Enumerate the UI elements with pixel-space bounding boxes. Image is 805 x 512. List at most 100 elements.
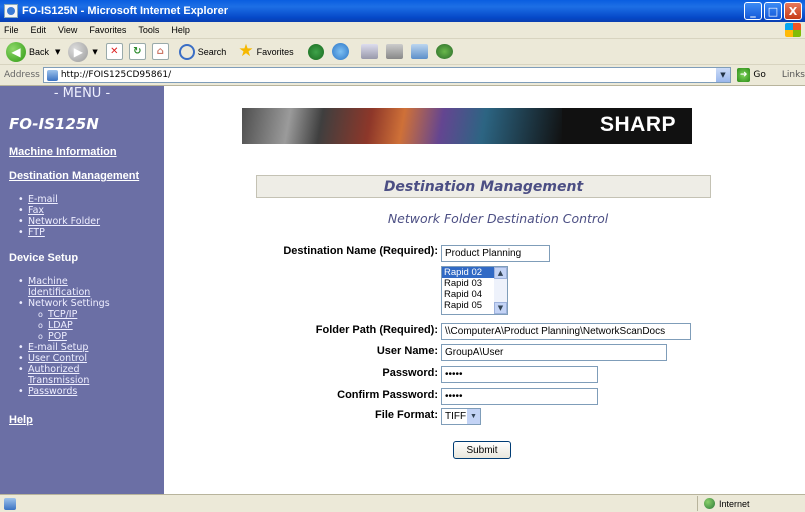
destination-name-input[interactable]: Product Planning	[441, 245, 550, 262]
confirm-password-label: Confirm Password:	[337, 389, 438, 401]
user-name-label: User Name:	[376, 345, 438, 357]
confirm-password-input[interactable]: •••••	[441, 388, 598, 405]
menu-title: - MENU -	[53, 86, 111, 101]
sidebar-help[interactable]: Help	[9, 414, 164, 426]
refresh-button[interactable]: ↻	[128, 43, 146, 60]
menu-bar: File Edit View Favorites Tools Help	[0, 22, 805, 39]
go-button[interactable]: Go	[753, 70, 765, 80]
sidebar-item-pop[interactable]: POP	[38, 331, 164, 342]
minimize-button[interactable]: _	[744, 2, 762, 20]
list-item[interactable]: Rapid 05	[442, 300, 495, 311]
scroll-up-icon[interactable]: ▲	[494, 267, 507, 279]
menu-tools[interactable]: Tools	[138, 25, 159, 35]
user-name-input[interactable]: GroupA\User	[441, 344, 667, 361]
device-setup-list: Machine Identification Network Settings	[18, 276, 164, 309]
sharp-logo: SHARP	[599, 113, 676, 136]
page-icon	[46, 69, 58, 81]
sidebar-item-passwords[interactable]: Passwords	[18, 386, 164, 397]
chevron-down-icon[interactable]: ▼	[467, 409, 480, 424]
stop-button[interactable]: ✕	[105, 43, 123, 60]
file-format-value[interactable]: TIFF	[445, 411, 466, 422]
home-button[interactable]: ⌂	[151, 43, 169, 60]
window-title: FO-IS125N - Microsoft Internet Explorer	[22, 5, 228, 17]
favorites-button[interactable]: Favorites	[257, 47, 294, 57]
status-bar: Internet	[0, 494, 805, 512]
menu-edit[interactable]: Edit	[31, 25, 47, 35]
ie-icon	[4, 4, 18, 18]
sidebar-item-authorized-transmission[interactable]: Authorized Transmission	[18, 364, 118, 386]
destination-list: E-mail Fax Network Folder FTP	[18, 194, 164, 238]
toolbar: ◀ Back ▼ ▶ ▼ ✕ ↻ ⌂ Search ★ Favorites	[0, 39, 805, 65]
edit-icon[interactable]	[410, 44, 428, 59]
scroll-down-icon[interactable]: ▼	[494, 302, 507, 314]
sidebar-destination-management[interactable]: Destination Management	[9, 170, 164, 182]
forward-button[interactable]: ▶	[68, 41, 89, 62]
media-icon[interactable]	[307, 43, 324, 60]
sidebar-item-tcp-ip[interactable]: TCP/IP	[38, 309, 164, 320]
address-bar: Address http://FOIS125CD95861/ ▼ ➜ Go Li…	[0, 65, 805, 86]
links-button[interactable]: Links	[782, 70, 805, 80]
file-format-select[interactable]: TIFF ▼	[441, 408, 481, 425]
favorites-icon[interactable]: ★	[238, 43, 253, 60]
messenger-icon[interactable]	[435, 44, 453, 59]
model-name: FO-IS125N	[9, 115, 99, 133]
search-icon[interactable]	[178, 43, 195, 60]
sharp-banner: SHARP	[242, 108, 692, 144]
close-button[interactable]: X	[784, 2, 802, 20]
address-input[interactable]: http://FOIS125CD95861/ ▼	[42, 67, 731, 83]
history-icon[interactable]	[331, 43, 349, 60]
list-item[interactable]: Rapid 02	[442, 267, 495, 278]
maximize-button[interactable]: □	[764, 2, 782, 20]
sidebar-machine-information[interactable]: Machine Information	[9, 146, 164, 158]
page-subtitle: Network Folder Destination Control	[387, 211, 609, 226]
window-title-bar: FO-IS125N - Microsoft Internet Explorer …	[0, 0, 805, 22]
menu-favorites[interactable]: Favorites	[89, 25, 126, 35]
mail-icon[interactable]	[360, 44, 378, 59]
sidebar-device-setup: Device Setup	[9, 252, 79, 264]
window-controls: _ □ X	[744, 2, 802, 20]
list-item[interactable]: Rapid 03	[442, 278, 495, 289]
sidebar-menu: - MENU - FO-IS125N Machine Information D…	[0, 86, 164, 494]
menu-file[interactable]: File	[4, 25, 19, 35]
banner-artwork	[242, 108, 562, 144]
sidebar-item-email-setup[interactable]: E-mail Setup	[18, 342, 164, 353]
submit-button[interactable]: Submit	[453, 441, 511, 459]
print-icon[interactable]	[385, 44, 403, 59]
sidebar-item-machine-identification[interactable]: Machine Identification	[18, 276, 128, 298]
address-url[interactable]: http://FOIS125CD95861/	[61, 70, 171, 80]
back-dropdown-icon[interactable]: ▼	[55, 48, 60, 56]
main-content: SHARP Destination Management Network Fol…	[164, 86, 805, 494]
sidebar-item-fax[interactable]: Fax	[18, 205, 164, 216]
page-title: Destination Management	[383, 178, 584, 195]
list-item[interactable]: Rapid 04	[442, 289, 495, 300]
search-button[interactable]: Search	[198, 47, 227, 57]
sidebar-item-ftp[interactable]: FTP	[18, 227, 164, 238]
sidebar-item-ldap[interactable]: LDAP	[38, 320, 164, 331]
globe-icon	[704, 498, 715, 509]
go-arrow-icon[interactable]: ➜	[736, 68, 751, 82]
sidebar-item-user-control[interactable]: User Control	[18, 353, 164, 364]
zone-label: Internet	[719, 498, 750, 509]
back-button[interactable]: ◀	[6, 41, 26, 62]
file-format-label: File Format:	[375, 409, 438, 421]
menu-view[interactable]: View	[58, 25, 77, 35]
windows-logo-icon	[785, 23, 801, 37]
security-zone: Internet	[697, 496, 750, 511]
network-settings-sublist: TCP/IP LDAP POP	[38, 309, 164, 342]
forward-dropdown-icon[interactable]: ▼	[92, 48, 97, 56]
sidebar-item-email[interactable]: E-mail	[18, 194, 164, 205]
sidebar-item-network-settings: Network Settings	[18, 298, 164, 309]
sidebar-item-network-folder[interactable]: Network Folder	[18, 216, 164, 227]
back-label[interactable]: Back	[29, 47, 49, 57]
rapid-listbox[interactable]: Rapid 02 Rapid 03 Rapid 04 Rapid 05 ▲ ▼	[441, 266, 508, 315]
device-setup-list-more: E-mail Setup User Control Authorized Tra…	[18, 342, 164, 397]
address-dropdown-icon[interactable]: ▼	[715, 68, 730, 82]
listbox-scrollbar[interactable]: ▲ ▼	[494, 267, 507, 314]
password-input[interactable]: •••••	[441, 366, 598, 383]
page-title-box: Destination Management	[256, 175, 711, 198]
menu-help[interactable]: Help	[171, 25, 190, 35]
folder-path-input[interactable]: \\ComputerA\Product Planning\NetworkScan…	[441, 323, 691, 340]
folder-path-label: Folder Path (Required):	[315, 324, 438, 336]
password-label: Password:	[382, 367, 438, 379]
destination-name-label: Destination Name (Required):	[283, 245, 438, 257]
